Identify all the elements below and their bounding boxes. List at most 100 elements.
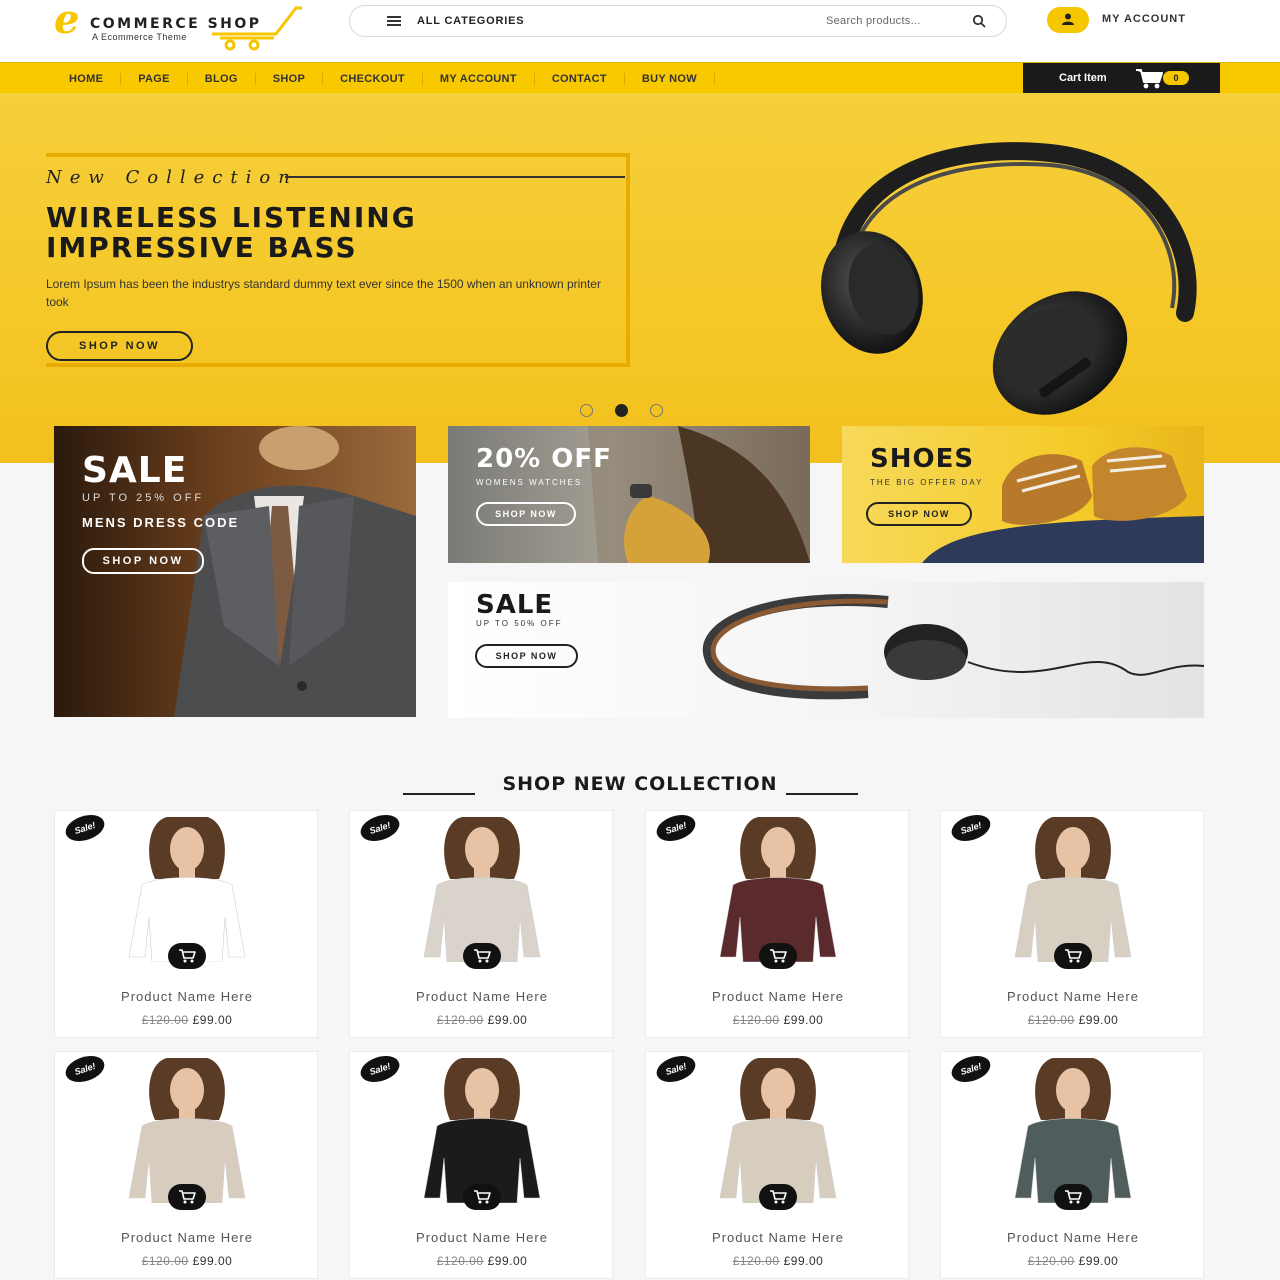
product-name[interactable]: Product Name Here	[646, 1230, 910, 1245]
promo-banner-headphones[interactable]: SALE UP TO 50% OFF SHOP NOW	[448, 582, 1204, 718]
product-card[interactable]: Sale! Product Name Here £120.00 £99.00	[645, 1051, 909, 1279]
product-card[interactable]: Sale! Product Name Here £120.00 £99.00	[349, 810, 613, 1038]
nav-item-shop[interactable]: SHOP	[256, 72, 324, 85]
hero-title: WIRELESS LISTENING IMPRESSIVE BASS	[46, 203, 417, 263]
slider-dot-1[interactable]	[580, 404, 593, 417]
product-old-price: £120.00	[1027, 1254, 1075, 1268]
sale-badge: Sale!	[62, 810, 108, 846]
user-icon	[1062, 13, 1074, 25]
product-image[interactable]	[1003, 817, 1143, 962]
menu-icon[interactable]	[387, 16, 401, 26]
product-name[interactable]: Product Name Here	[350, 989, 614, 1004]
logo-tagline: A Ecommerce Theme	[92, 32, 187, 42]
cart-icon	[179, 949, 196, 963]
add-to-cart-button[interactable]	[168, 1184, 206, 1210]
cart-icon	[179, 1190, 196, 1204]
cart-icon	[1136, 69, 1163, 89]
logo-letter: e	[54, 0, 80, 43]
product-card[interactable]: Sale! Product Name Here £120.00 £99.00	[940, 1051, 1204, 1279]
product-image[interactable]	[412, 817, 552, 962]
cart-icon	[1065, 1190, 1082, 1204]
add-to-cart-button[interactable]	[168, 943, 206, 969]
product-image[interactable]	[117, 817, 257, 962]
hero-kicker: New Collection	[46, 167, 298, 188]
nav-item-contact[interactable]: CONTACT	[535, 72, 625, 85]
product-card[interactable]: Sale! Product Name Here £120.00 £99.00	[54, 810, 318, 1038]
product-name[interactable]: Product Name Here	[941, 989, 1205, 1004]
nav-item-my-account[interactable]: MY ACCOUNT	[423, 72, 535, 85]
add-to-cart-button[interactable]	[759, 943, 797, 969]
add-to-cart-button[interactable]	[463, 1184, 501, 1210]
headphones-shop-now-button[interactable]: SHOP NOW	[475, 644, 578, 668]
product-price: £120.00 £99.00	[350, 1254, 614, 1268]
mens-banner-tagline: MENS DRESS CODE	[82, 515, 240, 530]
product-name[interactable]: Product Name Here	[350, 1230, 614, 1245]
product-price: £120.00 £99.00	[941, 1254, 1205, 1268]
search-icon[interactable]	[972, 14, 986, 28]
account-button[interactable]	[1047, 7, 1089, 33]
product-image[interactable]	[708, 1058, 848, 1203]
cart-count-badge: 0	[1163, 71, 1189, 85]
headphones-banner-subtitle: UP TO 50% OFF	[476, 619, 563, 628]
cart-button[interactable]: Cart Item 0	[1023, 63, 1220, 94]
product-sale-price: £99.00	[783, 1254, 824, 1268]
sale-badge: Sale!	[653, 810, 699, 846]
cart-icon	[1065, 949, 1082, 963]
nav-item-buy-now[interactable]: BUY NOW	[625, 72, 715, 85]
product-price: £120.00 £99.00	[646, 1254, 910, 1268]
slider-dot-2[interactable]	[615, 404, 628, 417]
nav-item-checkout[interactable]: CHECKOUT	[323, 72, 423, 85]
shoes-banner-subtitle: THE BIG OFFER DAY	[870, 478, 984, 487]
product-price: £120.00 £99.00	[55, 1254, 319, 1268]
product-sale-price: £99.00	[487, 1254, 528, 1268]
product-sale-price: £99.00	[783, 1013, 824, 1027]
logo-cart-icon	[212, 6, 302, 51]
nav-item-blog[interactable]: BLOG	[188, 72, 256, 85]
shoes-shop-now-button[interactable]: SHOP NOW	[866, 502, 972, 526]
sale-badge: Sale!	[948, 810, 994, 846]
product-old-price: £120.00	[732, 1013, 780, 1027]
my-account-link[interactable]: MY ACCOUNT	[1102, 13, 1186, 25]
nav-item-home[interactable]: HOME	[52, 72, 122, 85]
headphones-image	[821, 142, 1197, 415]
product-name[interactable]: Product Name Here	[941, 1230, 1205, 1245]
product-image[interactable]	[117, 1058, 257, 1203]
add-to-cart-button[interactable]	[463, 943, 501, 969]
promo-banner-mens[interactable]: SALE UP TO 25% OFF MENS DRESS CODE SHOP …	[54, 426, 416, 717]
mens-banner-subtitle: UP TO 25% OFF	[82, 492, 205, 504]
product-price: £120.00 £99.00	[646, 1013, 910, 1027]
all-categories-dropdown[interactable]: ALL CATEGORIES	[417, 15, 524, 27]
product-card[interactable]: Sale! Product Name Here £120.00 £99.00	[940, 810, 1204, 1038]
site-logo[interactable]: e COMMERCE SHOP A Ecommerce Theme	[52, 0, 312, 54]
product-image[interactable]	[1003, 1058, 1143, 1203]
add-to-cart-button[interactable]	[759, 1184, 797, 1210]
product-name[interactable]: Product Name Here	[646, 989, 910, 1004]
product-image[interactable]	[708, 817, 848, 962]
section-title-line-right	[786, 793, 858, 795]
mens-banner-title: SALE	[82, 450, 188, 491]
search-input[interactable]: Search products...	[826, 15, 921, 27]
product-sale-price: £99.00	[487, 1013, 528, 1027]
product-old-price: £120.00	[1027, 1013, 1075, 1027]
shoes-banner-title: SHOES	[870, 444, 975, 474]
nav-item-page[interactable]: PAGE	[121, 72, 188, 85]
product-price: £120.00 £99.00	[55, 1013, 319, 1027]
add-to-cart-button[interactable]	[1054, 943, 1092, 969]
product-image[interactable]	[412, 1058, 552, 1203]
watches-shop-now-button[interactable]: SHOP NOW	[476, 502, 576, 526]
product-card[interactable]: Sale! Product Name Here £120.00 £99.00	[349, 1051, 613, 1279]
hero-title-line-1: WIRELESS LISTENING	[46, 201, 417, 234]
watches-banner-title: 20% OFF	[476, 444, 612, 474]
slider-dot-3[interactable]	[650, 404, 663, 417]
product-card[interactable]: Sale! Product Name Here £120.00 £99.00	[645, 810, 909, 1038]
hero-shop-now-button[interactable]: SHOP NOW	[46, 331, 193, 361]
add-to-cart-button[interactable]	[1054, 1184, 1092, 1210]
promo-banner-watches[interactable]: 20% OFF WOMENS WATCHES SHOP NOW	[448, 426, 810, 563]
product-card[interactable]: Sale! Product Name Here £120.00 £99.00	[54, 1051, 318, 1279]
product-price: £120.00 £99.00	[350, 1013, 614, 1027]
promo-banner-shoes[interactable]: SHOES THE BIG OFFER DAY SHOP NOW	[842, 426, 1204, 563]
product-name[interactable]: Product Name Here	[55, 1230, 319, 1245]
product-name[interactable]: Product Name Here	[55, 989, 319, 1004]
mens-shop-now-button[interactable]: SHOP NOW	[82, 548, 204, 574]
top-header: e COMMERCE SHOP A Ecommerce Theme ALL CA…	[0, 0, 1280, 62]
